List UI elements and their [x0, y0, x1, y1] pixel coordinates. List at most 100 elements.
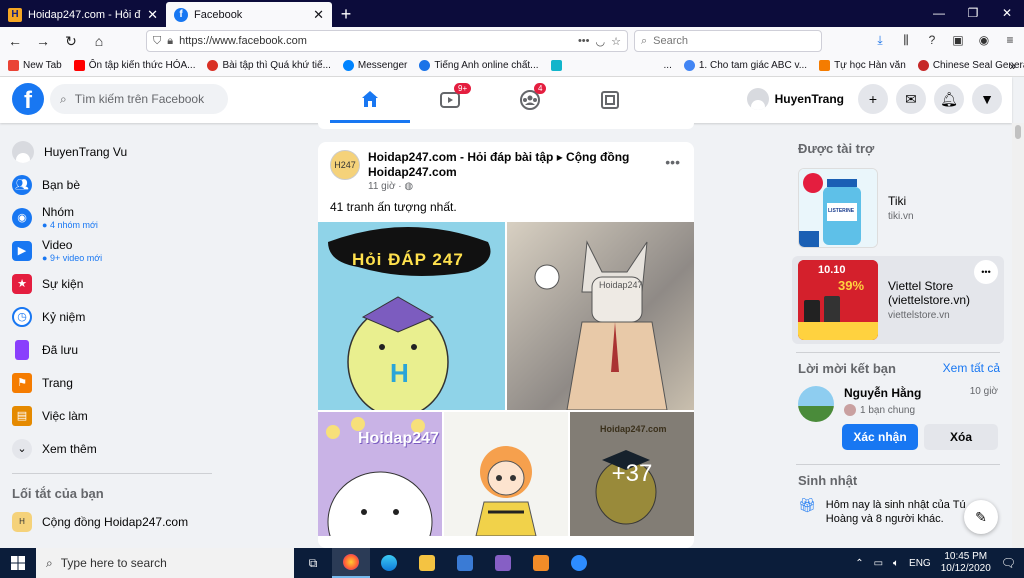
facebook-search-input[interactable]: ⌕ Tìm kiếm trên Facebook	[50, 84, 228, 114]
post-image[interactable]: Hoidap247	[507, 222, 694, 410]
friend-name[interactable]: Nguyễn Hằng	[844, 386, 921, 400]
bookmark-item[interactable]	[550, 60, 562, 71]
taskbar-file-explorer[interactable]	[408, 548, 446, 578]
page-scrollbar[interactable]	[1012, 123, 1024, 548]
language-indicator[interactable]: ENG	[909, 558, 931, 569]
sidebar-item-jobs[interactable]: ▤ Việc làm	[8, 399, 222, 432]
ad-url: tiki.vn	[888, 211, 914, 222]
start-button[interactable]	[0, 548, 36, 578]
minimize-icon[interactable]: —	[922, 0, 956, 26]
taskbar-edge[interactable]	[370, 548, 408, 578]
library-icon[interactable]: ⫼	[898, 32, 914, 48]
mutual-friends[interactable]: 1 bạn chung	[844, 404, 998, 416]
more-photos-overlay[interactable]: +37	[570, 412, 694, 536]
bookmark-item[interactable]: Bài tập thì Quá khứ tiế...	[207, 60, 331, 71]
volume-icon[interactable]: 🔈︎	[893, 558, 899, 569]
tab-facebook[interactable]: f Facebook ✕	[166, 2, 332, 27]
post-image[interactable]: H Hỏi ĐÁP 247	[318, 222, 505, 410]
sidebar-shortcut[interactable]: H Cộng đồng Hoidap247.com	[8, 505, 222, 538]
taskbar-media-player[interactable]	[522, 548, 560, 578]
home-icon[interactable]: ⌂	[90, 32, 108, 50]
task-view-button[interactable]: ⧉	[294, 548, 332, 578]
taskbar-search-input[interactable]: ⌕ Type here to search	[36, 548, 294, 578]
taskbar-zoom[interactable]	[560, 548, 598, 578]
sidebar-item-events[interactable]: ★ Sự kiện	[8, 267, 222, 300]
post-image[interactable]: Hoidap247	[318, 412, 442, 536]
sidebar-item-saved[interactable]: Đã lưu	[8, 333, 222, 366]
sidebar-item-label: Cộng đồng Hoidap247.com	[42, 514, 189, 529]
help-icon[interactable]: ?	[924, 32, 940, 48]
close-window-icon[interactable]: ✕	[990, 0, 1024, 26]
avatar[interactable]: H247	[330, 150, 360, 180]
sidebar-item-profile[interactable]: HuyenTrang Vu	[8, 135, 222, 168]
facebook-logo-icon[interactable]: f	[12, 83, 44, 115]
post-time[interactable]: 11 giờ	[368, 181, 396, 192]
bookmark-item[interactable]: New Tab	[8, 60, 62, 71]
taskbar-clock[interactable]: 10:45 PM 10/12/2020	[941, 551, 991, 575]
reload-icon[interactable]: ↻	[62, 32, 80, 50]
sponsored-ad[interactable]: LISTERINE Tiki tiki.vn	[792, 164, 1004, 252]
sidebar-item-groups[interactable]: ◉ Nhóm ● 4 nhóm mới	[8, 201, 222, 234]
account-icon[interactable]: ◉	[976, 32, 992, 48]
notifications-button[interactable]: 🔔︎	[934, 84, 964, 114]
scrollbar-thumb[interactable]	[1015, 125, 1021, 139]
forward-icon[interactable]: →	[34, 32, 52, 50]
url-text[interactable]: https://www.facebook.com	[179, 35, 572, 47]
delete-button[interactable]: Xóa	[924, 424, 998, 450]
new-message-button[interactable]: ✎	[964, 500, 998, 534]
confirm-button[interactable]: Xác nhận	[842, 424, 918, 450]
notification-center-icon[interactable]: 🗨︎	[1001, 556, 1016, 570]
post-options-icon[interactable]: •••	[665, 154, 680, 170]
close-tab-icon[interactable]: ✕	[313, 7, 324, 23]
taskbar-store[interactable]	[446, 548, 484, 578]
messenger-button[interactable]: ✉	[896, 84, 926, 114]
bookmark-overflow[interactable]: ...	[664, 60, 672, 71]
sidebar-item-memories[interactable]: ◷ Kỷ niệm	[8, 300, 222, 333]
bookmark-item[interactable]: Tự học Hàn văn	[819, 60, 906, 71]
network-icon[interactable]: ▭	[874, 558, 883, 569]
see-all-link[interactable]: Xem tất cả	[943, 361, 1000, 376]
close-tab-icon[interactable]: ✕	[147, 7, 158, 23]
tab-hoidap247[interactable]: H Hoidap247.com - Hỏi đáp bài tập ✕	[0, 2, 166, 27]
url-bar[interactable]: ⛉ 🔒︎ https://www.facebook.com ••• ◡ ☆	[146, 30, 628, 52]
browser-search-input[interactable]: ⌕ Search	[634, 30, 822, 52]
avatar[interactable]	[798, 386, 834, 422]
sidebar-item-friends[interactable]: 👥︎ Bạn bè	[8, 168, 222, 201]
taskbar-firefox[interactable]	[332, 548, 370, 578]
download-icon[interactable]: ⤓	[872, 32, 888, 48]
bookmarks-more-icon[interactable]: »	[1009, 59, 1016, 73]
post-title[interactable]: Hoidap247.com - Hỏi đáp bài tập ▸ Cộng đ…	[368, 150, 658, 180]
back-icon[interactable]: ←	[6, 32, 24, 50]
pocket-icon[interactable]: ◡	[596, 35, 606, 48]
bookmark-item[interactable]: 1. Cho tam giác ABC v...	[683, 60, 807, 71]
post-image[interactable]: Hoidap247.com +37	[570, 412, 694, 536]
menu-icon[interactable]: ≡	[1002, 32, 1018, 48]
sidebar-see-more[interactable]: ⌄ Xem thêm	[8, 432, 222, 465]
sponsored-ad[interactable]: 10.10 39% Viettel Store (viettelstore.vn…	[792, 256, 1004, 344]
sidebar-item-pages[interactable]: ⚑ Trang	[8, 366, 222, 399]
sidebar-icon[interactable]: ▣	[950, 32, 966, 48]
post-image[interactable]	[444, 412, 568, 536]
nav-watch[interactable]: 9+	[410, 77, 490, 123]
new-tab-button[interactable]: +	[332, 2, 360, 27]
bookmarks-bar: New Tab Ôn tập kiến thức HÓA... Bài tập …	[0, 55, 1024, 77]
bookmark-item[interactable]: Tiếng Anh online chất...	[419, 60, 539, 71]
profile-chip[interactable]: HuyenTrang	[746, 88, 850, 110]
create-button[interactable]: +	[858, 84, 888, 114]
restore-icon[interactable]: ❐	[956, 0, 990, 26]
account-menu-button[interactable]: ▼	[972, 84, 1002, 114]
taskbar-visual-studio[interactable]	[484, 548, 522, 578]
shield-icon[interactable]: ⛉	[153, 35, 161, 48]
ad-options-icon[interactable]: •••	[974, 260, 998, 284]
nav-gaming[interactable]	[570, 77, 650, 123]
bookmark-star-icon[interactable]: ☆	[611, 35, 621, 48]
nav-groups[interactable]: 4	[490, 77, 570, 123]
page-actions-icon[interactable]: •••	[578, 35, 590, 47]
chevron-up-icon[interactable]: ⌃	[855, 558, 863, 569]
bookmark-item[interactable]: Messenger	[342, 60, 407, 71]
bookmark-item[interactable]: Chinese Seal Generato...	[917, 60, 1024, 71]
lock-icon[interactable]: 🔒︎	[167, 35, 173, 48]
bookmark-item[interactable]: Ôn tập kiến thức HÓA...	[73, 60, 195, 71]
sidebar-item-video[interactable]: ▶ Video ● 9+ video mới	[8, 234, 222, 267]
nav-home[interactable]	[330, 77, 410, 123]
